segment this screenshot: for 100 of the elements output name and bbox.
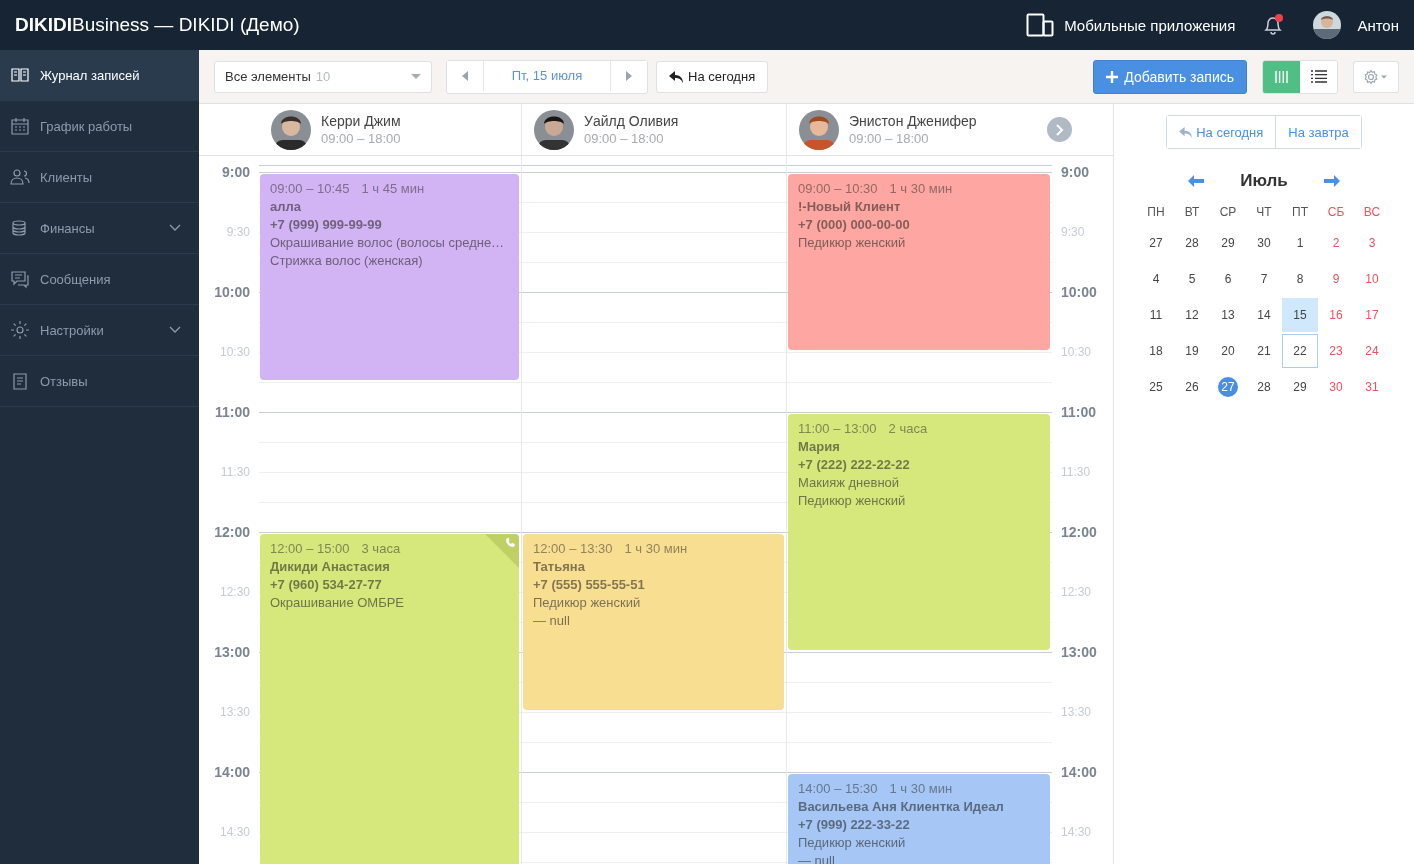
calendar-day[interactable]: 3 bbox=[1354, 226, 1390, 260]
today-button[interactable]: На сегодня bbox=[656, 60, 769, 93]
calendar-day[interactable]: 17 bbox=[1354, 298, 1390, 332]
app-title: DIKIDIBusiness — DIKIDI (Демо) bbox=[15, 14, 300, 36]
user-name[interactable]: Антон bbox=[1357, 16, 1399, 34]
appointment-time: 12:00 – 13:30 bbox=[533, 540, 613, 558]
weekday-label: СБ bbox=[1326, 205, 1346, 221]
calendar-day[interactable]: 28 bbox=[1246, 370, 1282, 404]
calendar-day[interactable]: 26 bbox=[1174, 370, 1210, 404]
calendar-day[interactable]: 1 bbox=[1282, 226, 1318, 260]
list-icon bbox=[1310, 70, 1327, 83]
appointment-note: — null bbox=[533, 612, 571, 630]
list-view-button[interactable] bbox=[1300, 60, 1337, 93]
service-name: Стрижка волос (женская) bbox=[270, 252, 424, 270]
columns-icon bbox=[1274, 69, 1289, 84]
sidebar-item[interactable]: Журнал записей bbox=[0, 50, 199, 101]
half-hour-label: 10:30 bbox=[218, 344, 251, 361]
calendar-day[interactable]: 12 bbox=[1174, 298, 1210, 332]
calendar-day[interactable]: 28 bbox=[1174, 226, 1210, 260]
calendar-day[interactable]: 21 bbox=[1246, 334, 1282, 368]
calendar-day[interactable]: 6 bbox=[1210, 262, 1246, 296]
calendar-icon bbox=[10, 116, 30, 136]
client-phone: +7 (000) 000-00-00 bbox=[798, 216, 911, 234]
hour-label: 14:00 bbox=[1060, 763, 1098, 782]
calendar-day[interactable]: 19 bbox=[1174, 334, 1210, 368]
half-hour-label: 9:30 bbox=[225, 224, 251, 241]
chat-icon bbox=[10, 269, 30, 289]
calendar-day[interactable]: 8 bbox=[1282, 262, 1318, 296]
calendar-day[interactable]: 18 bbox=[1138, 334, 1174, 368]
hour-label: 10:00 bbox=[213, 283, 251, 302]
calendar-day[interactable]: 25 bbox=[1138, 370, 1174, 404]
settings-dropdown-button[interactable] bbox=[1353, 60, 1399, 93]
calendar-day[interactable]: 11 bbox=[1138, 298, 1174, 332]
weekday-label: ЧТ bbox=[1255, 205, 1273, 221]
appointment-duration: 1 ч 30 мин bbox=[889, 780, 953, 798]
calendar-day[interactable]: 10 bbox=[1354, 262, 1390, 296]
appointment-card[interactable]: 12:00 – 13:30 1 ч 30 мин Татьяна +7 (555) 555-55-51 Педикюр женский — null bbox=[523, 534, 784, 710]
calendar-day[interactable]: 29 bbox=[1210, 226, 1246, 260]
staff-filter-dropdown[interactable]: Все элементы 10 bbox=[214, 60, 432, 93]
appointment-duration: 3 часа bbox=[361, 540, 401, 558]
sidebar-item[interactable]: Отзывы bbox=[0, 356, 199, 407]
hour-label: 9:00 bbox=[220, 163, 251, 182]
staff-name: Керри Джим bbox=[321, 113, 401, 129]
appointment-time: 12:00 – 15:00 bbox=[270, 540, 350, 558]
client-name: Татьяна bbox=[533, 558, 586, 576]
appointment-card[interactable]: 12:00 – 15:00 3 часа Дикиди Анастасия +7 (960) 534-27-77 Окрашивание ОМБРЕ bbox=[260, 534, 519, 864]
client-phone: +7 (555) 555-55-51 bbox=[533, 576, 646, 594]
calendar-day[interactable]: 4 bbox=[1138, 262, 1174, 296]
calendar-day[interactable]: 9 bbox=[1318, 262, 1354, 296]
hour-label: 12:00 bbox=[1060, 523, 1098, 542]
calendar-day[interactable]: 31 bbox=[1354, 370, 1390, 404]
hour-label: 10:00 bbox=[1060, 283, 1098, 302]
mobile-apps-link[interactable]: Мобильные приложения bbox=[1026, 13, 1236, 37]
service-name: Педикюр женский bbox=[798, 234, 907, 252]
client-phone: +7 (960) 534-27-77 bbox=[270, 576, 383, 594]
sidebar-item[interactable]: Клиенты bbox=[0, 152, 199, 203]
next-month-arrow-icon[interactable] bbox=[1324, 175, 1340, 187]
calendar-day[interactable]: 30 bbox=[1246, 226, 1282, 260]
next-staff-button[interactable] bbox=[1047, 117, 1072, 142]
half-hour-label: 12:30 bbox=[1060, 584, 1093, 601]
calendar-day[interactable]: 20 bbox=[1210, 334, 1246, 368]
calendar-day[interactable]: 7 bbox=[1246, 262, 1282, 296]
hour-label: 14:00 bbox=[213, 763, 251, 782]
calendar-day[interactable]: 2 bbox=[1318, 226, 1354, 260]
calendar-day[interactable]: 14 bbox=[1246, 298, 1282, 332]
half-hour-label: 14:30 bbox=[218, 824, 251, 841]
service-name: Окрашивание ОМБРЕ bbox=[270, 594, 406, 612]
calendar-day[interactable]: 22 bbox=[1282, 334, 1318, 368]
appointment-time: 11:00 – 13:00 bbox=[798, 420, 877, 438]
calendar-day[interactable]: 24 bbox=[1354, 334, 1390, 368]
weekday-label: ПТ bbox=[1291, 205, 1309, 221]
devices-icon bbox=[1026, 13, 1055, 37]
calendar-day[interactable]: 27 bbox=[1138, 226, 1174, 260]
calendar-day[interactable]: 23 bbox=[1318, 334, 1354, 368]
appointment-time: 09:00 – 10:45 bbox=[270, 180, 350, 198]
service-name: Макияж дневной bbox=[798, 474, 901, 492]
sidebar-item[interactable]: График работы bbox=[0, 101, 199, 152]
calendar-day[interactable]: 30 bbox=[1318, 370, 1354, 404]
service-name: Педикюр женский bbox=[798, 834, 907, 852]
month-title: Июль bbox=[1240, 171, 1288, 191]
calendar-day[interactable]: 15 bbox=[1282, 298, 1318, 332]
calendar-day[interactable]: 13 bbox=[1210, 298, 1246, 332]
client-name: Дикиди Анастасия bbox=[270, 558, 391, 576]
sidebar-item[interactable]: Финансы bbox=[0, 203, 199, 254]
client-name: Васильева Аня Клиентка Идеал bbox=[798, 798, 1005, 816]
hour-label: 11:00 bbox=[213, 403, 251, 422]
weekday-label: ВС bbox=[1362, 205, 1382, 221]
half-hour-label: 11:30 bbox=[219, 464, 251, 481]
appointment-card[interactable]: 11:00 – 13:00 2 часа Мария +7 (222) 222-22-22 Макияж дневной Педикюр женский bbox=[788, 414, 1050, 650]
sidebar-item[interactable]: Настройки bbox=[0, 305, 199, 356]
staff-name: Энистон Дженифер bbox=[849, 113, 977, 129]
working-hours: 09:00 – 18:00 bbox=[321, 131, 401, 146]
calendar-day[interactable]: 29 bbox=[1282, 370, 1318, 404]
bell-icon[interactable] bbox=[1261, 13, 1286, 37]
sidebar-item[interactable]: Сообщения bbox=[0, 254, 199, 305]
client-phone: +7 (999) 222-33-22 bbox=[798, 816, 911, 834]
previous-month-arrow-icon[interactable] bbox=[1188, 175, 1204, 187]
calendar-day[interactable]: 16 bbox=[1318, 298, 1354, 332]
calendar-day[interactable]: 5 bbox=[1174, 262, 1210, 296]
hour-label: 11:00 bbox=[1060, 403, 1098, 422]
